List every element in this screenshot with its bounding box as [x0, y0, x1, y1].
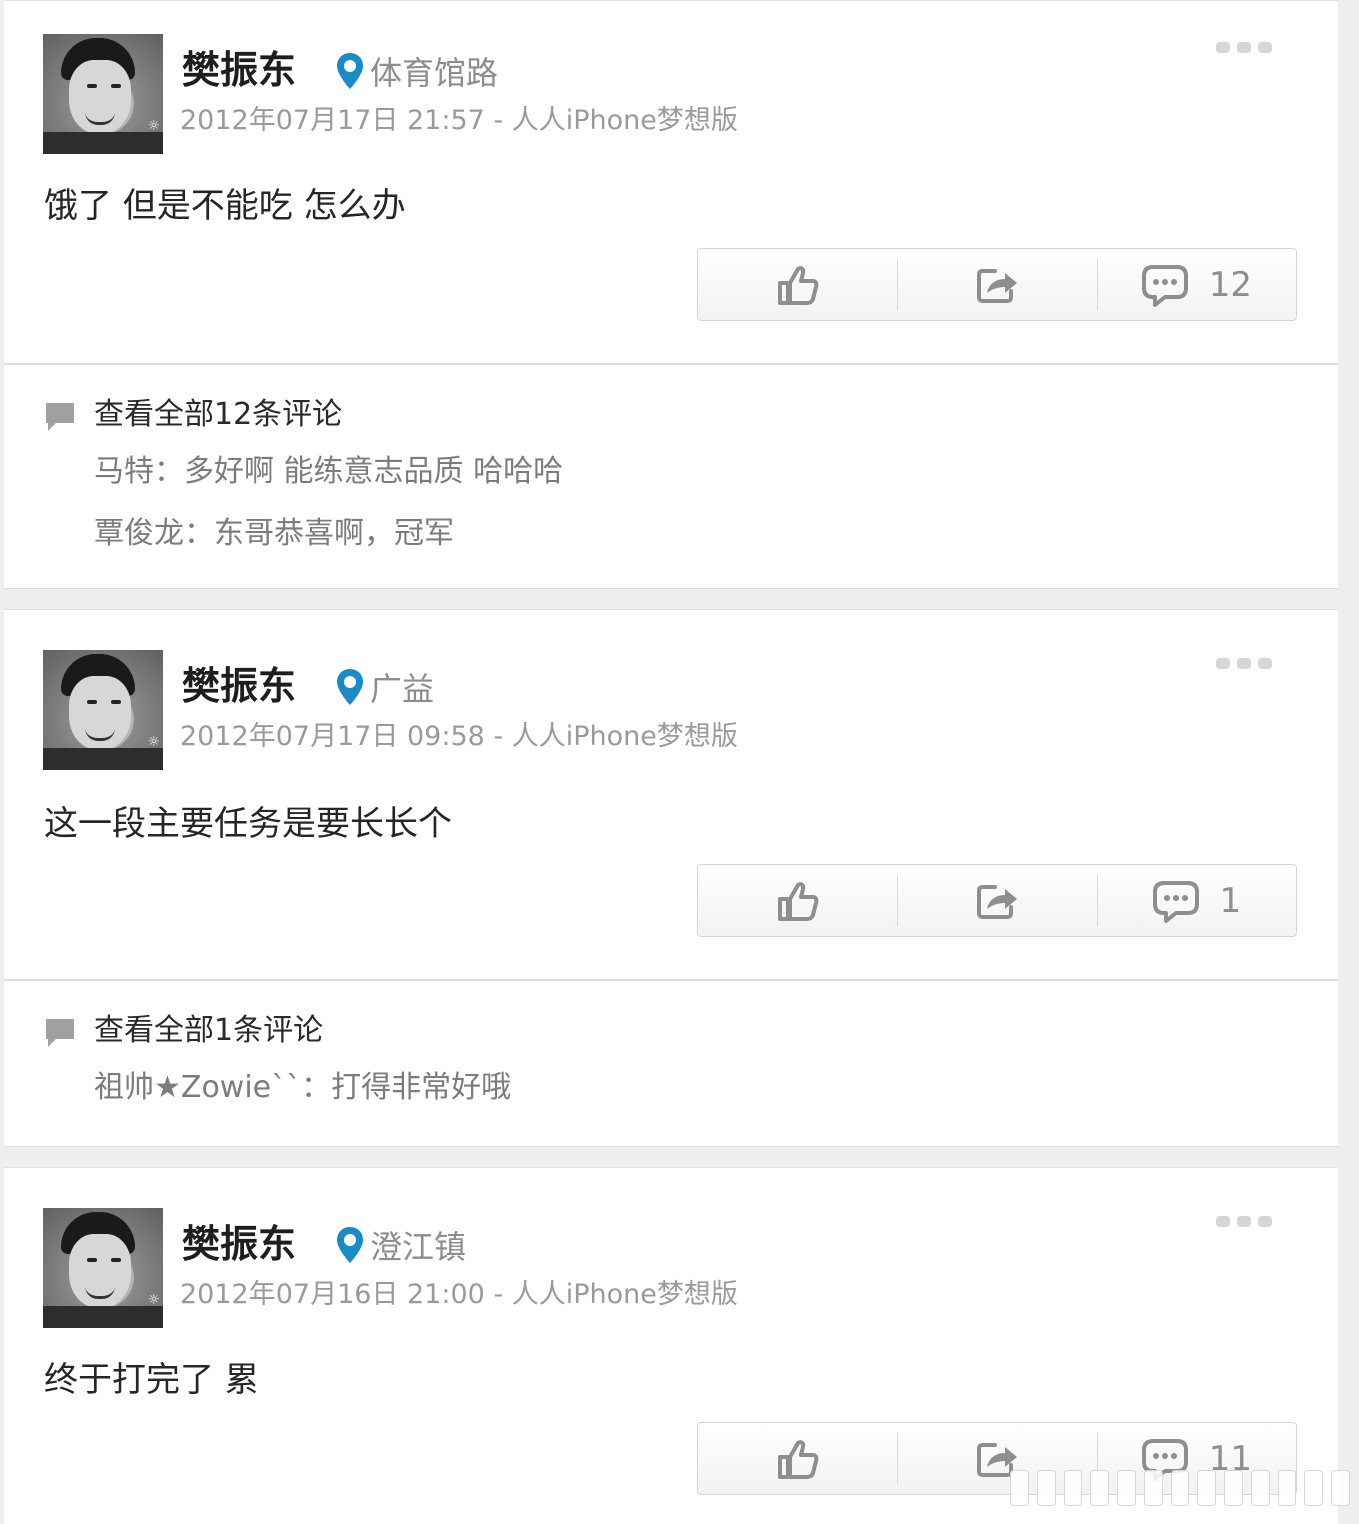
avatar[interactable]: ☼: [43, 650, 163, 770]
post-content: 这一段主要任务是要长长个: [44, 804, 452, 844]
location[interactable]: 体育馆路: [334, 49, 498, 93]
location[interactable]: 澄江镇: [334, 1223, 466, 1267]
location-pin-icon: [337, 1227, 363, 1263]
share-button[interactable]: [897, 865, 1096, 936]
more-dots-icon[interactable]: [1216, 1216, 1272, 1227]
watermark: [1010, 1466, 1350, 1510]
location-pin-icon: [337, 53, 363, 89]
like-button[interactable]: [698, 865, 897, 936]
comment-icon: [1141, 264, 1188, 307]
location-text: 广益: [370, 670, 435, 708]
comment-button[interactable]: 12: [1096, 249, 1296, 320]
comment-bubble-icon: [46, 403, 74, 431]
post-content: 饿了 但是不能吃 怎么办: [44, 186, 406, 226]
comment-count: 12: [1208, 264, 1252, 305]
more-dots-icon[interactable]: [1216, 658, 1272, 669]
action-bar: 1: [697, 864, 1297, 937]
comments-section: 查看全部12条评论 马特：多好啊 能练意志品质 哈哈哈 覃俊龙：东哥恭喜啊，冠军: [4, 364, 1338, 589]
like-button[interactable]: [698, 249, 897, 320]
like-button[interactable]: [698, 1423, 897, 1494]
avatar[interactable]: ☼: [43, 1208, 163, 1328]
location-text: 体育馆路: [370, 54, 499, 92]
comment-button[interactable]: 1: [1096, 865, 1296, 936]
comment-item: 祖帅★Zowie``：打得非常好哦: [94, 1070, 512, 1105]
avatar[interactable]: ☼: [43, 34, 163, 154]
location-pin-icon: [337, 669, 363, 705]
share-icon: [976, 884, 1017, 919]
username[interactable]: 樊振东: [182, 664, 296, 708]
comment-item: 覃俊龙：东哥恭喜啊，冠军: [94, 516, 454, 551]
post-card: ☼ 樊振东 体育馆路 2012年07月17日 21:57 - 人人iPhone梦…: [4, 0, 1338, 364]
view-all-comments-link[interactable]: 查看全部1条评论: [94, 1013, 323, 1049]
location-text: 澄江镇: [370, 1228, 467, 1266]
comments-section: 查看全部1条评论 祖帅★Zowie``：打得非常好哦: [4, 980, 1338, 1147]
post-meta: 2012年07月16日 21:00 - 人人iPhone梦想版: [180, 1279, 738, 1310]
post-card: ☼ 樊振东 广益 2012年07月17日 09:58 - 人人iPhone梦想版…: [4, 609, 1338, 980]
feed: ☼ 樊振东 体育馆路 2012年07月17日 21:57 - 人人iPhone梦…: [0, 0, 1359, 1524]
share-icon: [976, 268, 1017, 303]
location[interactable]: 广益: [334, 665, 434, 709]
thumbs-up-icon: [777, 1439, 819, 1479]
more-dots-icon[interactable]: [1216, 42, 1272, 53]
thumbs-up-icon: [777, 265, 819, 305]
post-meta: 2012年07月17日 21:57 - 人人iPhone梦想版: [180, 105, 738, 136]
thumbs-up-icon: [777, 881, 819, 921]
comment-bubble-icon: [46, 1019, 74, 1047]
action-bar: 12: [697, 248, 1297, 321]
post-meta: 2012年07月17日 09:58 - 人人iPhone梦想版: [180, 721, 738, 752]
comment-icon: [1152, 880, 1199, 923]
share-button[interactable]: [897, 249, 1096, 320]
username[interactable]: 樊振东: [182, 48, 296, 92]
post-content: 终于打完了 累: [44, 1360, 259, 1400]
comment-count: 1: [1219, 880, 1242, 921]
view-all-comments-link[interactable]: 查看全部12条评论: [94, 397, 342, 433]
username[interactable]: 樊振东: [182, 1222, 296, 1266]
comment-item: 马特：多好啊 能练意志品质 哈哈哈: [94, 454, 564, 489]
